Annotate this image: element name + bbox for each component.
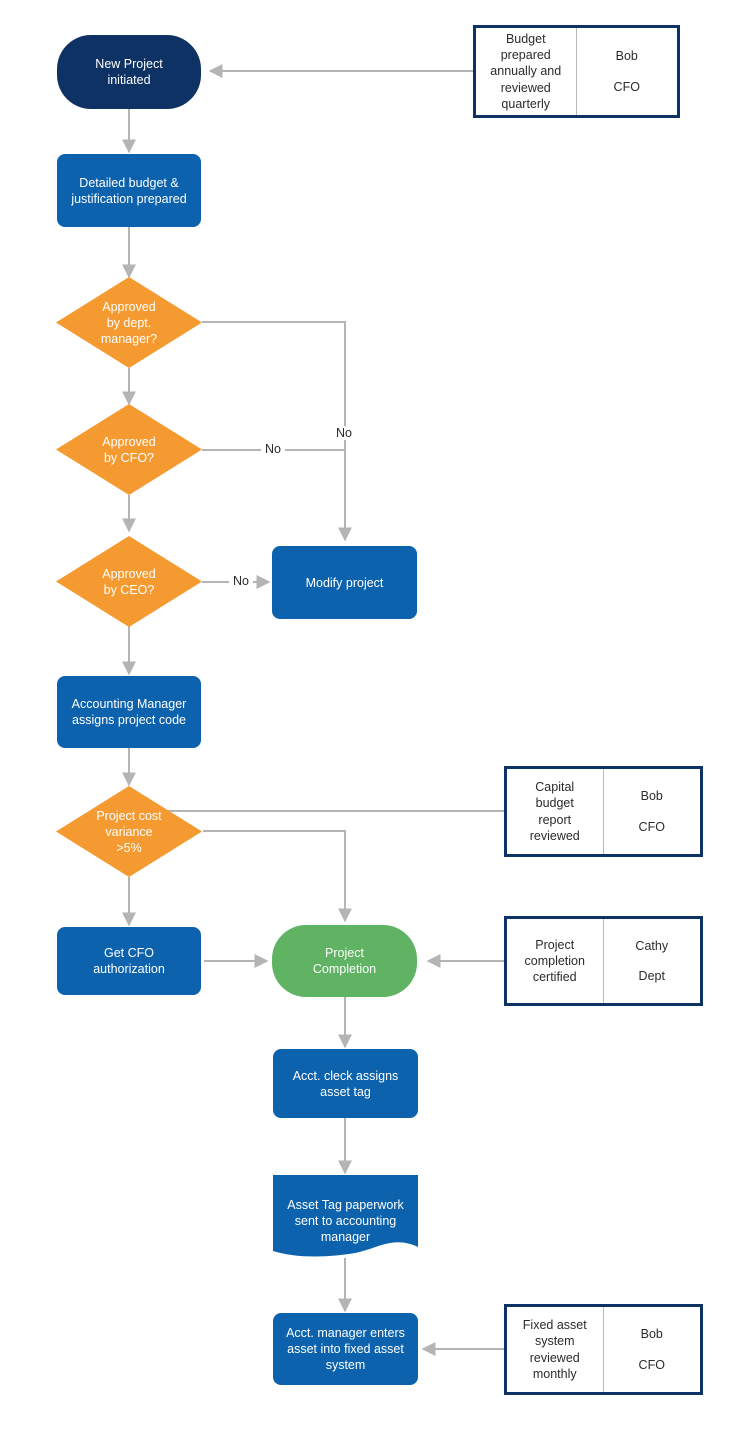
node-assigns-project-code-label: Accounting Manager assigns project code bbox=[71, 697, 187, 727]
node-new-project[interactable]: New Project initiated bbox=[57, 35, 201, 109]
node-approved-cfo-label: Approved by CFO? bbox=[102, 434, 156, 465]
node-approved-ceo[interactable]: Approved by CEO? bbox=[56, 536, 202, 627]
annotation-control-text: Capital budget report reviewed bbox=[507, 769, 604, 854]
node-asset-tag-paperwork[interactable]: Asset Tag paperwork sent to accounting m… bbox=[273, 1175, 418, 1260]
annotation-owner-name: Bob bbox=[615, 49, 638, 64]
annotation-owner: Bob CFO bbox=[604, 1307, 701, 1392]
annotation-owner-name: Bob bbox=[640, 1327, 663, 1342]
annotation-owner-role: CFO bbox=[638, 1357, 665, 1372]
annotation-owner-role: CFO bbox=[613, 79, 640, 94]
annotation-owner-name: Bob bbox=[640, 789, 663, 804]
annotation-control-text: Budget prepared annually and reviewed qu… bbox=[476, 28, 577, 115]
annotation-project-completion-certified[interactable]: Project completion certified Cathy Dept bbox=[504, 916, 703, 1006]
edge-label-no-cfo: No bbox=[261, 442, 285, 456]
node-project-completion-label: Project Completion bbox=[312, 946, 377, 976]
node-get-cfo-authorization[interactable]: Get CFO authorization bbox=[57, 927, 201, 995]
annotation-owner-name: Cathy bbox=[635, 938, 669, 953]
node-modify-project[interactable]: Modify project bbox=[272, 546, 417, 619]
node-approved-ceo-label: Approved by CEO? bbox=[102, 566, 156, 597]
node-modify-project-label: Modify project bbox=[305, 575, 384, 590]
node-asset-tag[interactable]: Acct. cleck assigns asset tag bbox=[273, 1049, 418, 1118]
node-enters-asset-label: Acct. manager enters asset into fixed as… bbox=[286, 1326, 405, 1372]
annotation-owner: Cathy Dept bbox=[604, 919, 701, 1003]
node-project-cost-variance-label: Project cost variance >5% bbox=[96, 808, 162, 855]
node-enters-asset[interactable]: Acct. manager enters asset into fixed as… bbox=[273, 1313, 418, 1385]
annotation-owner-role: CFO bbox=[638, 819, 665, 834]
node-approved-cfo[interactable]: Approved by CFO? bbox=[56, 404, 202, 495]
flowchart-canvas: New Project initiated Detailed budget & … bbox=[0, 0, 734, 1430]
node-detailed-budget-label: Detailed budget & justification prepared bbox=[71, 175, 187, 206]
node-new-project-label: New Project initiated bbox=[95, 57, 163, 87]
annotation-fixed-asset-system[interactable]: Fixed asset system reviewed monthly Bob … bbox=[504, 1304, 703, 1395]
annotation-budget-prepared[interactable]: Budget prepared annually and reviewed qu… bbox=[473, 25, 680, 118]
node-project-completion[interactable]: Project Completion bbox=[272, 925, 417, 997]
node-approved-dept-manager-label: Approved by dept. manager? bbox=[100, 299, 158, 346]
node-assigns-project-code[interactable]: Accounting Manager assigns project code bbox=[57, 676, 201, 748]
annotation-control-text: Fixed asset system reviewed monthly bbox=[507, 1307, 604, 1392]
annotation-capital-budget-report[interactable]: Capital budget report reviewed Bob CFO bbox=[504, 766, 703, 857]
edge-approved-dept-no-to-modify-project bbox=[202, 321, 352, 542]
node-detailed-budget[interactable]: Detailed budget & justification prepared bbox=[57, 154, 201, 227]
edge-label-no-ceo: No bbox=[229, 574, 253, 588]
node-asset-tag-paperwork-label: Asset Tag paperwork sent to accounting m… bbox=[287, 1198, 404, 1244]
annotation-owner: Bob CFO bbox=[604, 769, 701, 854]
annotation-owner: Bob CFO bbox=[577, 28, 678, 115]
node-approved-dept-manager[interactable]: Approved by dept. manager? bbox=[56, 277, 202, 368]
node-asset-tag-label: Acct. cleck assigns asset tag bbox=[292, 1068, 399, 1099]
edge-cost-variance-to-project-completion bbox=[203, 830, 352, 923]
node-get-cfo-authorization-label: Get CFO authorization bbox=[93, 946, 165, 976]
edge-label-no-dept: No bbox=[332, 426, 356, 440]
annotation-control-text: Project completion certified bbox=[507, 919, 604, 1003]
node-project-cost-variance[interactable]: Project cost variance >5% bbox=[56, 786, 202, 877]
annotation-owner-role: Dept bbox=[638, 969, 665, 983]
